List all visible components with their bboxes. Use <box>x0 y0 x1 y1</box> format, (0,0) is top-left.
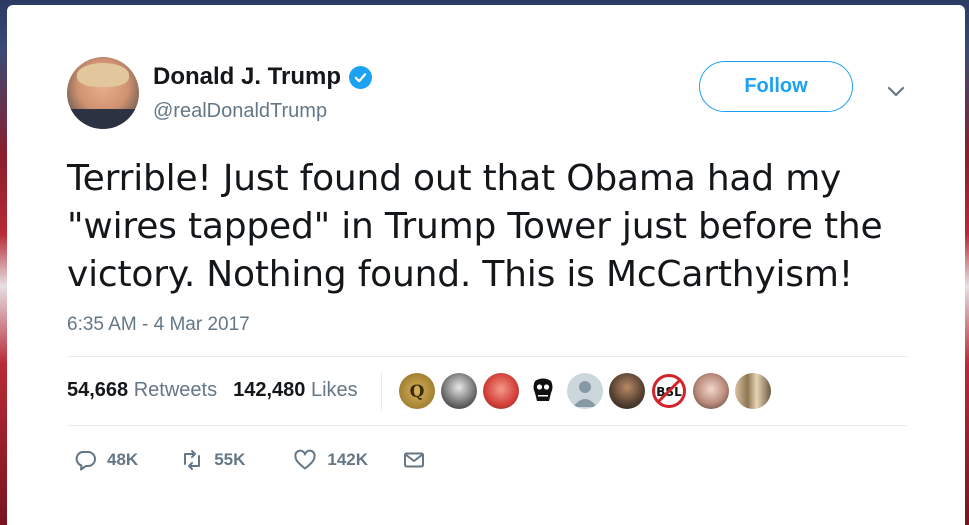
stats-separator <box>381 372 382 410</box>
like-button[interactable]: 142K <box>293 448 368 472</box>
retweet-icon <box>184 450 201 470</box>
retweets-stat[interactable]: 54,668 Retweets <box>67 379 217 402</box>
avatar-man-dark[interactable] <box>609 373 645 409</box>
verified-badge-icon <box>349 65 373 89</box>
avatar-bsl-crossed[interactable]: BSL <box>651 373 687 409</box>
likes-stat[interactable]: 142,480 Likes <box>233 379 358 402</box>
tweet-timestamp[interactable]: 6:35 AM - 4 Mar 2017 <box>67 314 250 336</box>
follow-button[interactable]: Follow <box>699 61 853 112</box>
divider <box>67 425 907 426</box>
tweet-text: Terrible! Just found out that Obama had … <box>67 155 937 299</box>
avatar-child[interactable] <box>693 373 729 409</box>
retweet-button[interactable]: 55K <box>180 448 245 472</box>
likes-count: 142,480 <box>233 379 306 401</box>
retweets-count: 54,668 <box>67 379 129 401</box>
engagement-stats: 54,668 Retweets 142,480 Likes <box>67 379 358 402</box>
avatar-default-gray[interactable] <box>567 373 603 409</box>
like-count: 142K <box>327 450 369 469</box>
chevron-down-icon[interactable] <box>886 85 906 99</box>
avatar-trump-bw[interactable] <box>441 373 477 409</box>
liker-avatars: Q BSL <box>399 373 771 409</box>
reply-button[interactable]: 48K <box>73 448 138 472</box>
svg-text:Q: Q <box>410 382 425 402</box>
retweets-label: Retweets <box>133 379 218 401</box>
tweet-actions: 48K 55K 142K <box>67 448 426 472</box>
direct-message-button[interactable] <box>402 448 426 472</box>
reply-icon <box>75 451 96 471</box>
author-handle[interactable]: @realDonaldTrump <box>153 100 327 123</box>
avatar-punisher-skull[interactable] <box>525 373 561 409</box>
tweet-line: "wires tapped" in Trump Tower just befor… <box>67 206 883 247</box>
author-avatar[interactable] <box>67 57 139 129</box>
likes-label: Likes <box>310 379 358 401</box>
avatar-gold-q[interactable]: Q <box>399 373 435 409</box>
heart-icon <box>294 449 316 470</box>
tweet-card: Donald J. Trump @realDonaldTrump Follow … <box>7 5 965 525</box>
envelope-icon <box>404 452 425 468</box>
tweet-line: victory. Nothing found. This is McCarthy… <box>67 254 853 295</box>
reply-count: 48K <box>107 450 139 469</box>
tweet-line: Terrible! Just found out that Obama had … <box>67 158 842 199</box>
author-name-row[interactable]: Donald J. Trump <box>153 63 373 91</box>
divider <box>67 356 907 357</box>
avatar-red-face[interactable] <box>483 373 519 409</box>
author-display-name[interactable]: Donald J. Trump <box>153 63 341 91</box>
avatar-group-photo[interactable] <box>735 373 771 409</box>
retweet-count: 55K <box>214 450 246 469</box>
